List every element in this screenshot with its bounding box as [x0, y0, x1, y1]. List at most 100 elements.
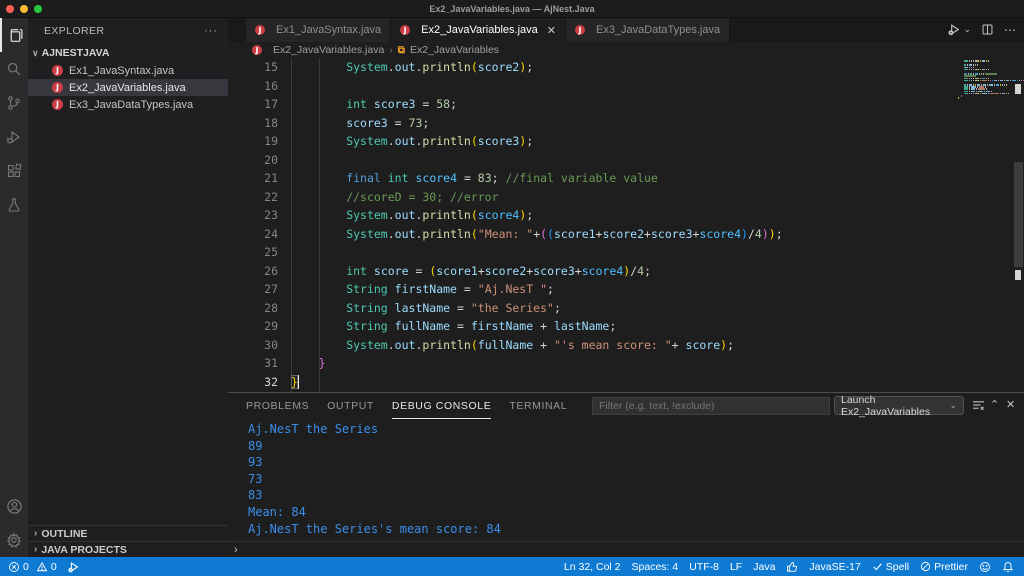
- clear-console-button[interactable]: [972, 400, 985, 411]
- code-line-31[interactable]: 31}: [228, 354, 1024, 373]
- status-ln-32-col-2[interactable]: Ln 32, Col 2: [564, 561, 621, 573]
- debug-console-output[interactable]: Aj.NesT the Series89937383Mean: 84Aj.Nes…: [228, 421, 1024, 535]
- status-lf[interactable]: LF: [730, 561, 742, 573]
- line-number: 31: [228, 354, 278, 373]
- editor-more-actions-button[interactable]: ⋯: [1004, 23, 1016, 37]
- circle-slash-icon: [920, 561, 931, 572]
- code-line-30[interactable]: 30System.out.println(fullName + "'s mean…: [228, 336, 1024, 355]
- chevron-right-icon: ›: [34, 544, 37, 555]
- tab-ex1-javasyntax-java[interactable]: JEx1_JavaSyntax.java: [246, 18, 391, 42]
- symbol-class-icon: ⧉: [398, 45, 405, 56]
- line-number: 21: [228, 169, 278, 188]
- line-number: 19: [228, 132, 278, 151]
- editor-column: JEx1_JavaSyntax.javaJEx2_JavaVariables.j…: [228, 18, 1024, 557]
- folder-ajnestjava[interactable]: ∨ AJNESTJAVA: [28, 44, 228, 62]
- check-icon: [872, 561, 883, 572]
- chevron-down-icon: ⌄: [949, 400, 957, 411]
- code-line-19[interactable]: 19System.out.println(score3);: [228, 132, 1024, 151]
- code-line-18[interactable]: 18score3 = 73;: [228, 114, 1024, 133]
- tab-ex2-javavariables-java[interactable]: JEx2_JavaVariables.java✕: [391, 18, 566, 42]
- source-control-icon[interactable]: [0, 86, 28, 120]
- warning-triangle-icon: [36, 561, 48, 573]
- bell-icon: [1002, 561, 1014, 573]
- account-icon[interactable]: [0, 489, 28, 523]
- console-line: Mean: 84: [248, 504, 1024, 521]
- panel-tab-output[interactable]: OUTPUT: [327, 393, 374, 419]
- panel-tab-problems[interactable]: PROBLEMS: [246, 393, 309, 419]
- status-feedback[interactable]: [979, 561, 991, 573]
- status-spaces-4[interactable]: Spaces: 4: [632, 561, 679, 573]
- bottom-panel: PROBLEMS OUTPUT DEBUG CONSOLE TERMINAL Laun…: [228, 392, 1024, 557]
- settings-gear-icon[interactable]: [0, 523, 28, 557]
- code-line-25[interactable]: 25: [228, 243, 1024, 262]
- code-line-28[interactable]: 28String lastName = "the Series";: [228, 299, 1024, 318]
- breadcrumb-file[interactable]: Ex2_JavaVariables.java: [273, 44, 384, 56]
- status-spell[interactable]: Spell: [872, 561, 909, 573]
- scrollbar-thumb[interactable]: [1014, 162, 1023, 267]
- breadcrumb: J Ex2_JavaVariables.java › ⧉ Ex2_JavaVar…: [228, 42, 1024, 58]
- section-outline[interactable]: ›OUTLINE: [28, 525, 228, 541]
- code-line-26[interactable]: 26int score = (score1+score2+score3+scor…: [228, 262, 1024, 281]
- close-tab-icon[interactable]: ✕: [547, 24, 556, 37]
- section-java-projects[interactable]: ›JAVA PROJECTS: [28, 541, 228, 557]
- code-editor[interactable]: 15System.out.println(score2);1617int sco…: [228, 58, 1024, 392]
- maximize-panel-button[interactable]: ⌃: [990, 398, 999, 411]
- code-line-32[interactable]: 32}: [228, 373, 1024, 392]
- status-javase-17[interactable]: JavaSE-17: [809, 561, 860, 573]
- code-line-29[interactable]: 29String fullName = firstName + lastName…: [228, 317, 1024, 336]
- problems-status[interactable]: 0 0: [8, 561, 57, 573]
- line-number: 26: [228, 262, 278, 281]
- console-line: 73: [248, 471, 1024, 488]
- editor-scrollbar[interactable]: [1013, 58, 1024, 392]
- thumbs-up-icon: [786, 561, 798, 573]
- close-panel-button[interactable]: ✕: [1006, 398, 1015, 411]
- extensions-icon[interactable]: [0, 154, 28, 188]
- code-line-24[interactable]: 24System.out.println("Mean: "+((score1+s…: [228, 225, 1024, 244]
- minimap[interactable]: [958, 60, 1010, 99]
- code-line-22[interactable]: 22//scoreD = 30; //error: [228, 188, 1024, 207]
- testing-icon[interactable]: [0, 188, 28, 222]
- explorer-icon[interactable]: [0, 18, 28, 52]
- file-item-ex3-javadatatypes-java[interactable]: JEx3_JavaDataTypes.java: [28, 96, 228, 113]
- sidebar-sections: ›OUTLINE›JAVA PROJECTS: [28, 525, 228, 557]
- console-line: 83: [248, 487, 1024, 504]
- line-number: 24: [228, 225, 278, 244]
- code-line-21[interactable]: 21final int score4 = 83; //final variabl…: [228, 169, 1024, 188]
- breadcrumb-symbol[interactable]: Ex2_JavaVariables: [410, 44, 499, 56]
- code-line-16[interactable]: 16: [228, 77, 1024, 96]
- panel-tab-debug-console[interactable]: DEBUG CONSOLE: [392, 393, 491, 419]
- split-editor-button[interactable]: [981, 23, 994, 36]
- debug-filter-input[interactable]: [592, 397, 830, 415]
- code-line-15[interactable]: 15System.out.println(score2);: [228, 58, 1024, 77]
- code-line-23[interactable]: 23System.out.println(score4);: [228, 206, 1024, 225]
- run-java-button[interactable]: ⌄: [947, 22, 971, 37]
- launch-configuration-select[interactable]: Launch Ex2_JavaVariables ⌄: [834, 396, 964, 415]
- line-number: 20: [228, 151, 278, 170]
- line-number: 32: [228, 373, 278, 392]
- prompt-chevron-icon: ›: [234, 544, 238, 556]
- chevron-right-icon: ›: [34, 528, 37, 539]
- status-bell[interactable]: [1002, 561, 1014, 573]
- status-java[interactable]: Java: [753, 561, 775, 573]
- file-item-ex1-javasyntax-java[interactable]: JEx1_JavaSyntax.java: [28, 62, 228, 79]
- run-dropdown-chevron-icon[interactable]: ⌄: [963, 24, 971, 35]
- explorer-more-actions-icon[interactable]: ···: [204, 25, 218, 37]
- search-icon[interactable]: [0, 52, 28, 86]
- console-line: Aj.NesT the Series: [248, 421, 1024, 438]
- tab-ex3-javadatatypes-java[interactable]: JEx3_JavaDataTypes.java: [566, 18, 730, 42]
- java-run-status-button[interactable]: [67, 560, 81, 574]
- console-line: 89: [248, 438, 1024, 455]
- code-line-27[interactable]: 27String firstName = "Aj.NesT ";: [228, 280, 1024, 299]
- line-number: 29: [228, 317, 278, 336]
- code-line-20[interactable]: 20: [228, 151, 1024, 170]
- panel-tab-terminal[interactable]: TERMINAL: [509, 393, 567, 419]
- status-thumbs-up[interactable]: [786, 561, 798, 573]
- file-item-ex2-javavariables-java[interactable]: JEx2_JavaVariables.java: [28, 79, 228, 96]
- code-line-17[interactable]: 17int score3 = 58;: [228, 95, 1024, 114]
- debug-console-input-row[interactable]: ›: [228, 541, 1024, 557]
- status-prettier[interactable]: Prettier: [920, 561, 968, 573]
- line-number: 30: [228, 336, 278, 355]
- status-utf-8[interactable]: UTF-8: [689, 561, 719, 573]
- line-number: 25: [228, 243, 278, 262]
- run-debug-icon[interactable]: [0, 120, 28, 154]
